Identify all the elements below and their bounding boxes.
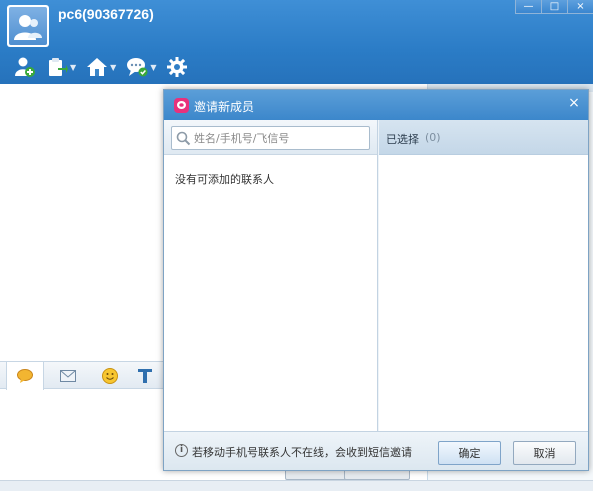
add-contact-button[interactable] bbox=[14, 56, 36, 78]
dialog-title: 邀请新成员 bbox=[194, 100, 255, 114]
home-icon bbox=[87, 58, 108, 76]
selected-count: (0) bbox=[425, 131, 441, 144]
envelope-icon bbox=[60, 369, 76, 382]
selected-members-pane: 已选择 (0) bbox=[379, 120, 588, 431]
main-status-bar bbox=[0, 480, 593, 491]
tab-chat[interactable] bbox=[6, 362, 44, 390]
cancel-button[interactable]: 取消 bbox=[513, 441, 576, 465]
add-contact-icon bbox=[15, 57, 35, 77]
search-icon bbox=[176, 131, 191, 146]
tab-sms[interactable] bbox=[49, 362, 87, 389]
avatar-image bbox=[9, 7, 47, 45]
search-input[interactable] bbox=[194, 129, 366, 147]
dialog-close-button[interactable]: × bbox=[566, 95, 582, 111]
gear-icon bbox=[167, 57, 188, 77]
chat-bubble-icon bbox=[17, 369, 33, 383]
main-window-header: pc6(90367726) — □ × ▼ ▼ ▼ bbox=[0, 0, 593, 84]
selected-label: 已选择 bbox=[386, 133, 419, 146]
tab-font[interactable] bbox=[126, 362, 164, 389]
chevron-down-icon: ▼ bbox=[150, 62, 157, 72]
close-window-button[interactable]: × bbox=[567, 0, 593, 14]
no-contacts-message: 没有可添加的联系人 bbox=[175, 173, 274, 186]
minimize-button[interactable]: — bbox=[515, 0, 541, 14]
search-box[interactable] bbox=[171, 126, 370, 150]
tab-emoticon[interactable] bbox=[91, 362, 129, 389]
chat-status-button[interactable]: ▼ bbox=[126, 56, 156, 78]
maximize-button[interactable]: □ bbox=[541, 0, 567, 14]
clipboard-icon bbox=[49, 58, 68, 76]
search-bar bbox=[164, 120, 377, 155]
selected-header: 已选择 (0) bbox=[379, 120, 588, 155]
user-silhouette-icon bbox=[14, 15, 42, 40]
font-icon bbox=[138, 368, 152, 383]
clipboard-menu-button[interactable]: ▼ bbox=[46, 56, 76, 78]
contact-picker-pane: 没有可添加的联系人 bbox=[164, 120, 378, 431]
main-toolbar: ▼ ▼ ▼ bbox=[14, 56, 188, 78]
chevron-down-icon: ▼ bbox=[110, 62, 117, 72]
home-menu-button[interactable]: ▼ bbox=[86, 56, 116, 78]
fetion-logo-icon bbox=[174, 98, 189, 113]
info-icon: i bbox=[175, 444, 188, 457]
avatar[interactable] bbox=[7, 5, 49, 47]
settings-button[interactable] bbox=[166, 56, 188, 78]
chat-status-icon bbox=[127, 58, 148, 77]
dialog-footer: i 若移动手机号联系人不在线，会收到短信邀请 确定 取消 bbox=[164, 431, 588, 470]
sms-invite-note: 若移动手机号联系人不在线，会收到短信邀请 bbox=[192, 446, 412, 459]
confirm-button[interactable]: 确定 bbox=[438, 441, 501, 465]
invite-member-dialog: 邀请新成员 × 没有可添加的联系人 已选择 (0) i 若移动手机号联系人不在线… bbox=[163, 89, 589, 471]
user-name: pc6(90367726) bbox=[58, 6, 154, 22]
smiley-icon bbox=[102, 367, 118, 384]
window-controls: — □ × bbox=[515, 0, 593, 14]
dialog-title-bar[interactable]: 邀请新成员 × bbox=[164, 90, 588, 120]
message-tool-tabs bbox=[0, 361, 170, 390]
chevron-down-icon: ▼ bbox=[70, 62, 77, 72]
